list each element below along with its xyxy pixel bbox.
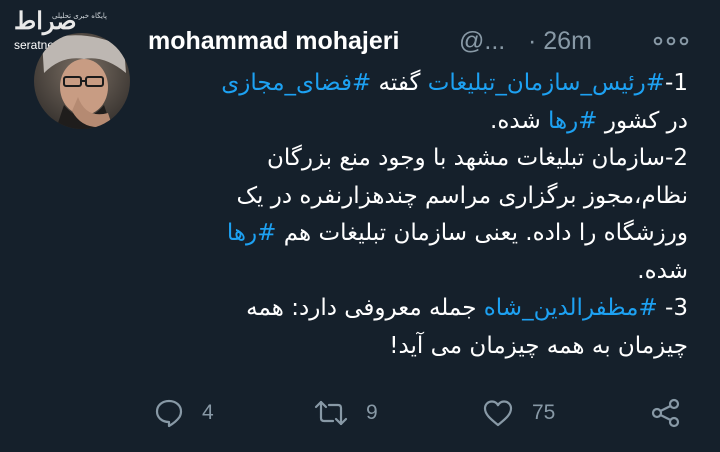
hashtag-link[interactable]: #مظفرالدین_شاه (484, 295, 658, 321)
reply-icon (155, 399, 183, 428)
tweet-line: در کشور #رها شده. (150, 103, 688, 141)
tweet-line: 2-سازمان تبلیغات مشهد با وجود منع بزرگان (150, 140, 688, 178)
share-button[interactable] (650, 398, 682, 428)
reply-count: 4 (202, 401, 214, 424)
hashtag-link[interactable]: #فضای_مجازی (221, 70, 371, 96)
tweet-text-segment: 3- (657, 295, 688, 321)
retweet-count: 9 (366, 401, 378, 424)
tweet-line: 1-#رئیس_سازمان_تبلیغات گفته #فضای_مجازی (150, 65, 688, 103)
tweet-text-segment: 2-سازمان تبلیغات مشهد با وجود منع بزرگان (267, 145, 688, 171)
hashtag-link[interactable]: #رئیس_سازمان_تبلیغات (428, 70, 665, 96)
retweet-icon (314, 400, 348, 426)
share-icon (651, 398, 680, 428)
tweet-text-segment: چیزمان به همه چیزمان می آید! (389, 332, 688, 359)
tweet-text-segment: در کشور (597, 107, 688, 134)
more-options-button[interactable] (652, 30, 692, 52)
tweet-text-segment: جمله معروفی دارد: همه (246, 295, 484, 321)
watermark-tagline: پایگاه خبری تحلیلی (52, 12, 107, 20)
tweet-line: 3- #مظفرالدین_شاه جمله معروفی دارد: همه (150, 290, 688, 328)
more-horizontal-icon (653, 36, 689, 46)
tweet-line: نظام،مجوز برگزاری مراسم چندهزارنفره در ی… (150, 178, 688, 216)
like-button[interactable]: 75 (482, 398, 555, 428)
tweet-text-segment: شده. (490, 107, 549, 134)
watermark-logo: صراط (14, 6, 77, 35)
reply-button[interactable]: 4 (154, 398, 214, 428)
tweet-text-segment: 1- (665, 70, 688, 96)
tweet-line: شده. (150, 253, 688, 291)
heart-icon (483, 400, 513, 427)
hashtag-link[interactable]: #رها (227, 220, 277, 246)
author-handle[interactable]: @... (459, 27, 505, 56)
tweet-actions: 4 9 75 (148, 398, 708, 434)
tweet-text-segment: گفته (371, 70, 428, 96)
avatar[interactable] (34, 33, 130, 129)
tweet-time[interactable]: · 26m (528, 27, 592, 56)
tweet-text-segment: شده. (637, 257, 688, 284)
author-name[interactable]: mohammad mohajeri (148, 27, 399, 56)
tweet-line: چیزمان به همه چیزمان می آید! (150, 328, 688, 366)
like-count: 75 (532, 401, 556, 424)
hashtag-link[interactable]: #رها (548, 108, 598, 134)
tweet-text: 1-#رئیس_سازمان_تبلیغات گفته #فضای_مجازی د… (150, 65, 688, 365)
tweet-line: ورزشگاه را داده. یعنی سازمان تبلیغات هم … (150, 215, 688, 253)
avatar-image (34, 33, 130, 129)
tweet-text-segment: ورزشگاه را داده. یعنی سازمان تبلیغات هم (276, 220, 688, 246)
retweet-button[interactable]: 9 (314, 398, 378, 428)
tweet-text-segment: نظام،مجوز برگزاری مراسم چندهزارنفره در ی… (236, 182, 688, 209)
